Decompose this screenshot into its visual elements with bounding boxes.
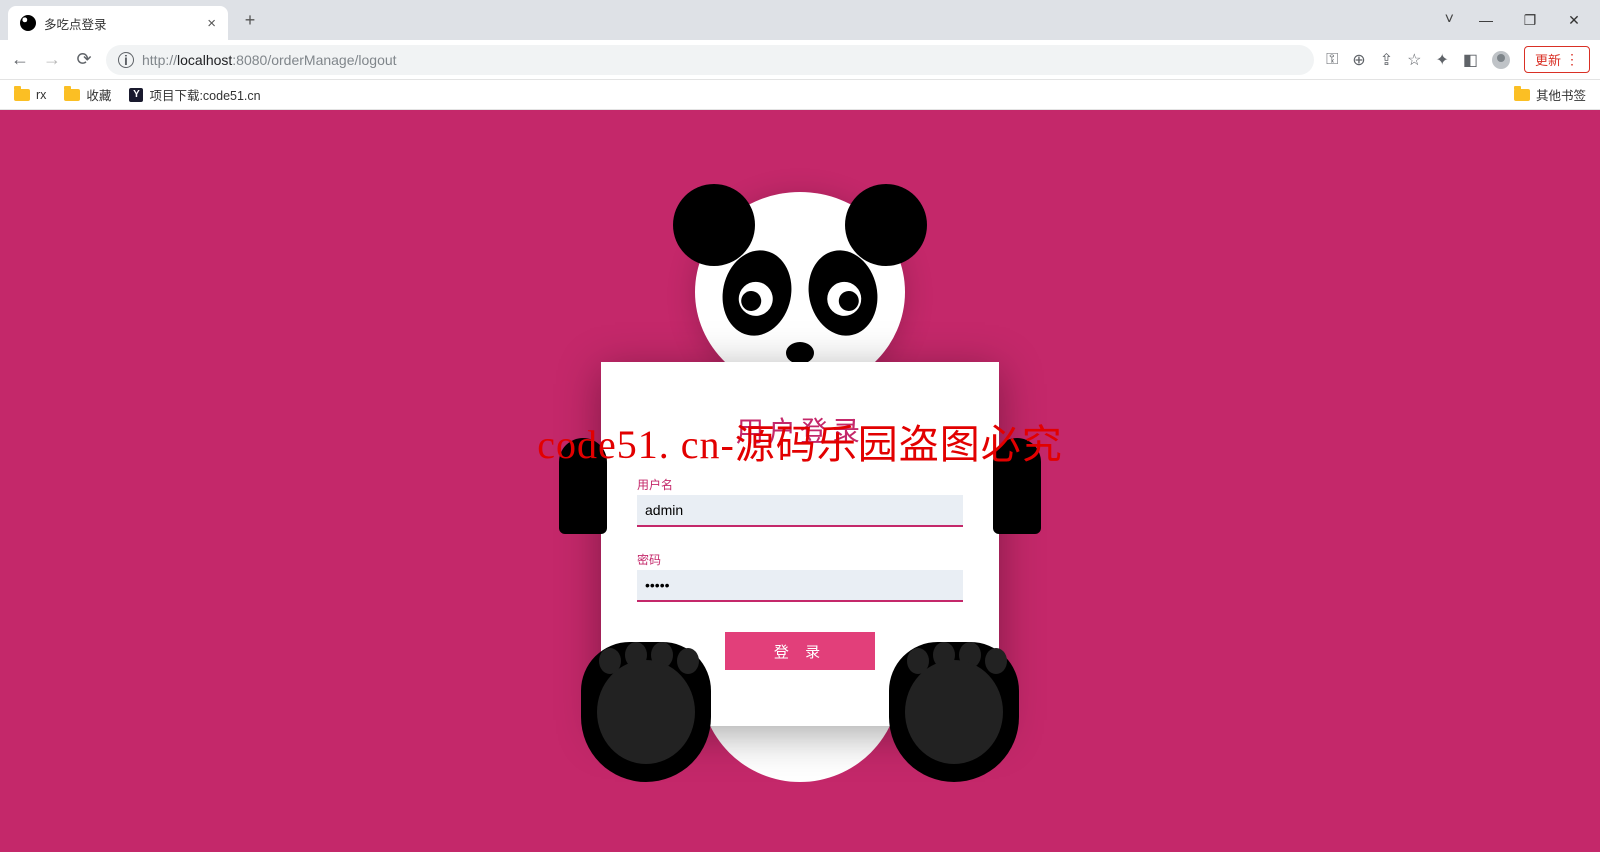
bookmark-label: 收藏 [86, 85, 111, 104]
tab-active[interactable]: 多吃点登录 × [8, 6, 228, 40]
maximize-button[interactable]: ❐ [1510, 6, 1550, 34]
panda-foot-icon [581, 642, 711, 782]
share-icon[interactable]: ⇪ [1380, 50, 1393, 70]
login-card: 用户登录 用户名 密码 登 录 [601, 362, 999, 726]
minimize-button[interactable]: — [1466, 6, 1506, 34]
panda-belly [700, 652, 900, 782]
login-title: 用户登录 [637, 410, 963, 450]
bookmark-item[interactable]: rx [14, 88, 46, 102]
bookmark-star-icon[interactable]: ☆ [1407, 50, 1421, 70]
zoom-icon[interactable]: ⊕ [1352, 50, 1365, 70]
panda-foot-icon [889, 642, 1019, 782]
panda-nose-icon [786, 342, 814, 364]
folder-icon [14, 89, 30, 101]
toolbar: ← → ⟳ i http://localhost:8080/orderManag… [0, 40, 1600, 80]
bookmark-label: 其他书签 [1536, 85, 1586, 104]
update-label: 更新 [1535, 50, 1561, 69]
update-button[interactable]: 更新 ⋮ [1524, 46, 1590, 73]
username-label: 用户名 [637, 476, 963, 493]
username-input[interactable] [637, 495, 963, 527]
key-icon[interactable]: ⚿ [1326, 51, 1338, 69]
folder-icon [1514, 89, 1530, 101]
bookmark-item[interactable]: 收藏 [64, 85, 111, 104]
window-controls: ˅ — ❐ ✕ [1445, 6, 1600, 40]
login-button[interactable]: 登 录 [725, 632, 875, 670]
close-tab-icon[interactable]: × [207, 15, 216, 32]
address-bar[interactable]: i http://localhost:8080/orderManage/logo… [106, 45, 1314, 75]
password-label: 密码 [637, 551, 963, 568]
tab-title: 多吃点登录 [44, 14, 107, 33]
site-info-icon[interactable]: i [118, 52, 134, 68]
reload-button[interactable]: ⟳ [74, 49, 94, 70]
toolbar-right: ⚿ ⊕ ⇪ ☆ ✦ ◧ 更新 ⋮ [1326, 46, 1590, 73]
menu-kebab-icon[interactable]: ⋮ [1565, 51, 1579, 68]
profile-avatar-icon[interactable] [1492, 51, 1510, 69]
panda-hand-icon [559, 438, 607, 534]
back-button[interactable]: ← [10, 49, 30, 70]
bookmark-other[interactable]: 其他书签 [1514, 85, 1586, 104]
page-viewport: 用户登录 用户名 密码 登 录 code51. cn-源码乐园盗图必究 [0, 110, 1600, 852]
bookmark-label: rx [36, 88, 46, 102]
bookmark-item[interactable]: Y 项目下载:code51.cn [129, 85, 260, 104]
extensions-icon[interactable]: ✦ [1435, 50, 1448, 70]
panda-hand-icon [993, 438, 1041, 534]
forward-button[interactable]: → [42, 49, 62, 70]
tab-favicon-icon [20, 15, 36, 31]
url-text: http://localhost:8080/orderManage/logout [142, 52, 1302, 68]
panda-ear-icon [673, 184, 755, 266]
password-input[interactable] [637, 570, 963, 602]
bookmarks-bar: rx 收藏 Y 项目下载:code51.cn 其他书签 [0, 80, 1600, 110]
password-field-wrap: 密码 [637, 551, 963, 602]
new-tab-button[interactable]: + [236, 6, 264, 34]
close-window-button[interactable]: ✕ [1554, 6, 1594, 34]
panda-illustration: 用户登录 用户名 密码 登 录 [601, 192, 999, 726]
bookmark-label: 项目下载:code51.cn [149, 85, 260, 104]
sidepanel-icon[interactable]: ◧ [1463, 50, 1478, 70]
panda-ear-icon [845, 184, 927, 266]
chevron-down-icon[interactable]: ˅ [1445, 11, 1454, 29]
browser-chrome: 多吃点登录 × + ˅ — ❐ ✕ ← → ⟳ i http://localho… [0, 0, 1600, 110]
folder-icon [64, 89, 80, 101]
site-favicon-icon: Y [129, 88, 143, 102]
tab-strip: 多吃点登录 × + ˅ — ❐ ✕ [0, 0, 1600, 40]
username-field-wrap: 用户名 [637, 476, 963, 527]
